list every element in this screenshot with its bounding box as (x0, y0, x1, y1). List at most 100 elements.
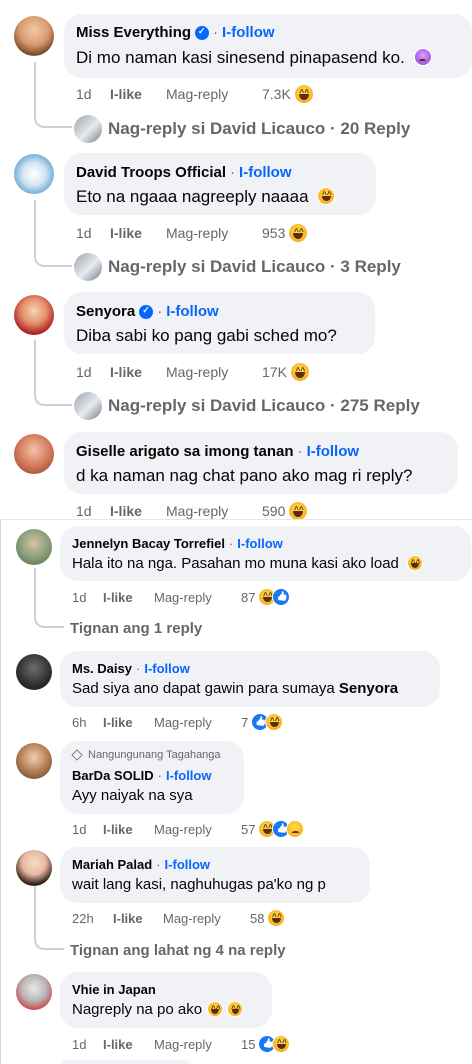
comment-actions: 1d I-like Mag-reply 57 (72, 819, 305, 839)
top-fan-badge: Nangungunang Tagahanga (88, 749, 221, 761)
like-button[interactable]: I-like (110, 364, 166, 380)
like-reaction-icon (272, 588, 291, 606)
reaction-count[interactable]: 57 (241, 822, 255, 837)
follow-button[interactable]: I-follow (222, 24, 275, 41)
avatar[interactable] (16, 974, 52, 1010)
comment-actions: 1d I-like Mag-reply 953 (76, 223, 309, 243)
follow-button[interactable]: I-follow (307, 443, 360, 460)
reply-button[interactable]: Mag-reply (163, 911, 250, 926)
comment-bubble: Miss Everything · I-follow Di mo naman k… (64, 14, 472, 78)
follow-button[interactable]: I-follow (166, 303, 219, 320)
reply-summary-text[interactable]: Nag-reply si David Licauco · 275 Reply (108, 396, 420, 416)
comment-actions: 1d I-like Mag-reply 7.3K (76, 84, 314, 104)
comment-time[interactable]: 1d (72, 1037, 103, 1052)
laughing-emoji-icon (317, 187, 336, 205)
avatar[interactable] (14, 295, 54, 335)
like-button[interactable]: I-like (103, 822, 154, 837)
comment-author[interactable]: Giselle arigato sa imong tanan (76, 443, 294, 460)
comment-author[interactable]: David Troops Official (76, 164, 226, 181)
haha-reaction-icon (289, 362, 310, 382)
comment-time[interactable]: 1d (76, 364, 110, 380)
like-button[interactable]: I-like (103, 1037, 154, 1052)
separator-dot: · (157, 303, 163, 320)
reaction-count[interactable]: 15 (241, 1037, 255, 1052)
mentioned-name[interactable]: Senyora (339, 680, 398, 697)
comment-time[interactable]: 1d (72, 590, 103, 605)
follow-button[interactable]: I-follow (144, 661, 190, 676)
avatar[interactable] (14, 154, 54, 194)
comment-time[interactable]: 1d (72, 822, 103, 837)
reaction-count[interactable]: 7 (241, 715, 248, 730)
reply-summary-link[interactable]: Nag-reply si David Licauco · 275 Reply (74, 392, 420, 420)
follow-button[interactable]: I-follow (166, 768, 212, 783)
comment-time[interactable]: 6h (72, 715, 103, 730)
like-button[interactable]: I-like (110, 225, 166, 241)
reply-button[interactable]: Mag-reply (154, 1037, 241, 1052)
avatar (74, 253, 102, 281)
next-comment-bubble (60, 1060, 190, 1064)
reply-button[interactable]: Mag-reply (154, 822, 241, 837)
reply-button[interactable]: Mag-reply (154, 715, 241, 730)
verified-badge-icon (195, 25, 210, 40)
haha-reaction-icon (265, 713, 284, 731)
comment-time[interactable]: 1d (76, 86, 110, 102)
comment-time[interactable]: 22h (72, 911, 113, 926)
comment-author[interactable]: Miss Everything (76, 24, 191, 41)
comment-author[interactable]: Mariah Palad (72, 857, 152, 872)
follow-button[interactable]: I-follow (239, 164, 292, 181)
avatar[interactable] (16, 654, 52, 690)
avatar[interactable] (16, 529, 52, 565)
avatar[interactable] (16, 850, 52, 886)
reply-button[interactable]: Mag-reply (166, 225, 262, 241)
like-button[interactable]: I-like (113, 911, 163, 926)
reaction-count[interactable]: 953 (262, 225, 285, 241)
reply-button[interactable]: Mag-reply (154, 590, 241, 605)
view-replies-link[interactable]: Tignan ang lahat ng 4 na reply (70, 939, 286, 961)
comment-author[interactable]: Jennelyn Bacay Torrefiel (72, 536, 225, 551)
thread-connector (34, 568, 64, 628)
reply-summary-link[interactable]: Nag-reply si David Licauco · 3 Reply (74, 253, 401, 281)
separator-dot: · (230, 164, 236, 181)
separator-dot: · (213, 24, 219, 41)
like-button[interactable]: I-like (103, 590, 154, 605)
separator-dot: · (228, 536, 234, 551)
reaction-count[interactable]: 590 (262, 503, 285, 519)
comment-actions: 22h I-like Mag-reply 58 (72, 908, 286, 928)
reply-button[interactable]: Mag-reply (166, 364, 262, 380)
comment-time[interactable]: 1d (76, 503, 110, 519)
like-button[interactable]: I-like (110, 503, 166, 519)
like-button[interactable]: I-like (103, 715, 154, 730)
reaction-count[interactable]: 7.3K (262, 86, 291, 102)
like-button[interactable]: I-like (110, 86, 166, 102)
comment-author[interactable]: Vhie in Japan (72, 982, 156, 997)
thread-connector (34, 886, 64, 950)
reply-summary-text[interactable]: Nag-reply si David Licauco · 3 Reply (108, 257, 401, 277)
panel-border (0, 520, 1, 1064)
avatar[interactable] (14, 434, 54, 474)
view-replies-text[interactable]: Tignan ang lahat ng 4 na reply (70, 942, 286, 959)
reaction-count[interactable]: 17K (262, 364, 287, 380)
avatar[interactable] (16, 743, 52, 779)
avatar[interactable] (14, 16, 54, 56)
avatar (74, 115, 102, 143)
comment-author[interactable]: Senyora (76, 303, 135, 320)
comment-author[interactable]: Ms. Daisy (72, 661, 132, 676)
haha-reaction-icon (288, 223, 309, 243)
view-replies-text[interactable]: Tignan ang 1 reply (70, 620, 202, 637)
reply-button[interactable]: Mag-reply (166, 86, 262, 102)
comment-time[interactable]: 1d (76, 225, 110, 241)
comment-author[interactable]: BarDa SOLID (72, 768, 154, 783)
comment-text-content: Di mo naman kasi sinesend pinapasend ko. (76, 48, 405, 67)
grinning-emoji-icon (207, 1001, 224, 1017)
reaction-count[interactable]: 58 (250, 911, 264, 926)
comment-text: Di mo naman kasi sinesend pinapasend ko. (76, 48, 432, 68)
comment-bubble: Mariah Palad · I-follow wait lang kasi, … (60, 847, 370, 903)
reply-button[interactable]: Mag-reply (166, 503, 262, 519)
follow-button[interactable]: I-follow (165, 857, 211, 872)
comment-actions: 1d I-like Mag-reply 15 (72, 1034, 291, 1054)
follow-button[interactable]: I-follow (237, 536, 283, 551)
view-replies-link[interactable]: Tignan ang 1 reply (70, 617, 202, 639)
reply-summary-link[interactable]: Nag-reply si David Licauco · 20 Reply (74, 115, 410, 143)
reaction-count[interactable]: 87 (241, 590, 255, 605)
reply-summary-text[interactable]: Nag-reply si David Licauco · 20 Reply (108, 119, 410, 139)
